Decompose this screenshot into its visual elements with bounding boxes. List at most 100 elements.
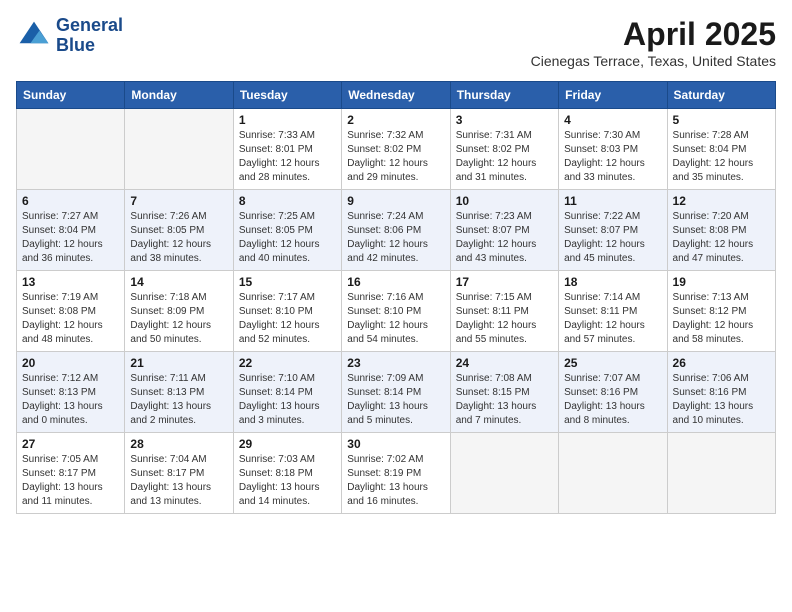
header-wednesday: Wednesday (342, 82, 450, 109)
day-info: Sunrise: 7:11 AMSunset: 8:13 PMDaylight:… (130, 372, 227, 428)
table-row: 6Sunrise: 7:27 AMSunset: 8:04 PMDaylight… (17, 190, 125, 271)
table-row: 9 Sunrise: 7:24 AMSunset: 8:06 PMDaylight… (342, 190, 450, 271)
day-info: Sunrise: 7:13 AMSunset: 8:12 PMDaylight:… (673, 291, 770, 347)
table-row: 15 Sunrise: 7:17 AMSunset: 8:10 PMDayligh… (233, 271, 341, 352)
day-info: Sunrise: 7:10 AMSunset: 8:14 PMDaylight:… (239, 372, 336, 428)
header-thursday: Thursday (450, 82, 558, 109)
table-row: 11 Sunrise: 7:22 AMSunset: 8:07 PMDayligh… (559, 190, 667, 271)
day-number: 21 (130, 356, 227, 370)
table-row: 3Sunrise: 7:31 AMSunset: 8:02 PMDaylight… (450, 109, 558, 190)
day-info: Sunrise: 7:04 AMSunset: 8:17 PMDaylight:… (130, 453, 227, 509)
title-area: April 2025 Cienegas Terrace, Texas, Unit… (531, 16, 776, 69)
day-number: 17 (456, 275, 553, 289)
month-title: April 2025 (531, 16, 776, 53)
day-number: 12 (673, 194, 770, 208)
day-number: 20 (22, 356, 119, 370)
day-number: 29 (239, 437, 336, 451)
week-row-3: 13Sunrise: 7:19 AMSunset: 8:08 PMDayligh… (17, 271, 776, 352)
day-info: Sunrise: 7:33 AMSunset: 8:01 PMDaylight:… (239, 129, 336, 185)
table-row: 10 Sunrise: 7:23 AMSunset: 8:07 PMDayligh… (450, 190, 558, 271)
week-row-4: 20 Sunrise: 7:12 AMSunset: 8:13 PMDayligh… (17, 352, 776, 433)
day-number: 19 (673, 275, 770, 289)
day-number: 11 (564, 194, 661, 208)
day-number: 27 (22, 437, 119, 451)
day-number: 30 (347, 437, 444, 451)
table-row: 18 Sunrise: 7:14 AMSunset: 8:11 PMDayligh… (559, 271, 667, 352)
table-row: 28 Sunrise: 7:04 AMSunset: 8:17 PMDayligh… (125, 433, 233, 514)
day-number: 2 (347, 113, 444, 127)
day-info: Sunrise: 7:18 AMSunset: 8:09 PMDaylight:… (130, 291, 227, 347)
logo-icon (16, 18, 52, 54)
weekday-header-row: Sunday Monday Tuesday Wednesday Thursday… (17, 82, 776, 109)
day-info: Sunrise: 7:26 AMSunset: 8:05 PMDaylight:… (130, 210, 227, 266)
table-row: 29 Sunrise: 7:03 AMSunset: 8:18 PMDayligh… (233, 433, 341, 514)
table-row: 7 Sunrise: 7:26 AMSunset: 8:05 PMDaylight… (125, 190, 233, 271)
table-row (125, 109, 233, 190)
day-number: 10 (456, 194, 553, 208)
day-number: 7 (130, 194, 227, 208)
day-info: Sunrise: 7:14 AMSunset: 8:11 PMDaylight:… (564, 291, 661, 347)
table-row: 4 Sunrise: 7:30 AMSunset: 8:03 PMDaylight… (559, 109, 667, 190)
table-row: 23Sunrise: 7:09 AMSunset: 8:14 PMDayligh… (342, 352, 450, 433)
day-info: Sunrise: 7:32 AMSunset: 8:02 PMDaylight:… (347, 129, 444, 185)
day-info: Sunrise: 7:17 AMSunset: 8:10 PMDaylight:… (239, 291, 336, 347)
location: Cienegas Terrace, Texas, United States (531, 53, 776, 69)
table-row: 30 Sunrise: 7:02 AMSunset: 8:19 PMDayligh… (342, 433, 450, 514)
week-row-1: 1Sunrise: 7:33 AMSunset: 8:01 PMDaylight… (17, 109, 776, 190)
day-number: 25 (564, 356, 661, 370)
day-info: Sunrise: 7:12 AMSunset: 8:13 PMDaylight:… (22, 372, 119, 428)
table-row (559, 433, 667, 514)
table-row: 5Sunrise: 7:28 AMSunset: 8:04 PMDaylight… (667, 109, 775, 190)
day-number: 18 (564, 275, 661, 289)
day-info: Sunrise: 7:15 AMSunset: 8:11 PMDaylight:… (456, 291, 553, 347)
page-header: General Blue April 2025 Cienegas Terrace… (16, 16, 776, 69)
day-number: 22 (239, 356, 336, 370)
day-info: Sunrise: 7:03 AMSunset: 8:18 PMDaylight:… (239, 453, 336, 509)
table-row: 24 Sunrise: 7:08 AMSunset: 8:15 PMDayligh… (450, 352, 558, 433)
day-info: Sunrise: 7:24 AMSunset: 8:06 PMDaylight:… (347, 210, 444, 266)
day-number: 28 (130, 437, 227, 451)
day-info: Sunrise: 7:06 AMSunset: 8:16 PMDaylight:… (673, 372, 770, 428)
day-number: 4 (564, 113, 661, 127)
header-sunday: Sunday (17, 82, 125, 109)
week-row-2: 6Sunrise: 7:27 AMSunset: 8:04 PMDaylight… (17, 190, 776, 271)
day-info: Sunrise: 7:07 AMSunset: 8:16 PMDaylight:… (564, 372, 661, 428)
table-row: 22 Sunrise: 7:10 AMSunset: 8:14 PMDayligh… (233, 352, 341, 433)
day-info: Sunrise: 7:30 AMSunset: 8:03 PMDaylight:… (564, 129, 661, 185)
table-row: 8 Sunrise: 7:25 AMSunset: 8:05 PMDaylight… (233, 190, 341, 271)
day-info: Sunrise: 7:27 AMSunset: 8:04 PMDaylight:… (22, 210, 119, 266)
day-info: Sunrise: 7:25 AMSunset: 8:05 PMDaylight:… (239, 210, 336, 266)
day-info: Sunrise: 7:09 AMSunset: 8:14 PMDaylight:… (347, 372, 444, 428)
week-row-5: 27 Sunrise: 7:05 AMSunset: 8:17 PMDayligh… (17, 433, 776, 514)
table-row (667, 433, 775, 514)
logo-text: General Blue (56, 16, 123, 56)
table-row: 19 Sunrise: 7:13 AMSunset: 8:12 PMDayligh… (667, 271, 775, 352)
table-row: 25 Sunrise: 7:07 AMSunset: 8:16 PMDayligh… (559, 352, 667, 433)
table-row: 2 Sunrise: 7:32 AMSunset: 8:02 PMDaylight… (342, 109, 450, 190)
table-row: 13Sunrise: 7:19 AMSunset: 8:08 PMDayligh… (17, 271, 125, 352)
table-row: 17 Sunrise: 7:15 AMSunset: 8:11 PMDayligh… (450, 271, 558, 352)
table-row: 16Sunrise: 7:16 AMSunset: 8:10 PMDayligh… (342, 271, 450, 352)
day-number: 24 (456, 356, 553, 370)
day-info: Sunrise: 7:05 AMSunset: 8:17 PMDaylight:… (22, 453, 119, 509)
day-number: 15 (239, 275, 336, 289)
day-number: 26 (673, 356, 770, 370)
day-info: Sunrise: 7:23 AMSunset: 8:07 PMDaylight:… (456, 210, 553, 266)
day-number: 5 (673, 113, 770, 127)
day-number: 3 (456, 113, 553, 127)
day-info: Sunrise: 7:08 AMSunset: 8:15 PMDaylight:… (456, 372, 553, 428)
table-row (17, 109, 125, 190)
header-monday: Monday (125, 82, 233, 109)
day-info: Sunrise: 7:22 AMSunset: 8:07 PMDaylight:… (564, 210, 661, 266)
day-number: 16 (347, 275, 444, 289)
logo: General Blue (16, 16, 123, 56)
day-info: Sunrise: 7:20 AMSunset: 8:08 PMDaylight:… (673, 210, 770, 266)
day-number: 13 (22, 275, 119, 289)
header-saturday: Saturday (667, 82, 775, 109)
table-row: 20 Sunrise: 7:12 AMSunset: 8:13 PMDayligh… (17, 352, 125, 433)
day-number: 8 (239, 194, 336, 208)
day-number: 14 (130, 275, 227, 289)
table-row: 21 Sunrise: 7:11 AMSunset: 8:13 PMDayligh… (125, 352, 233, 433)
day-info: Sunrise: 7:02 AMSunset: 8:19 PMDaylight:… (347, 453, 444, 509)
day-number: 9 (347, 194, 444, 208)
